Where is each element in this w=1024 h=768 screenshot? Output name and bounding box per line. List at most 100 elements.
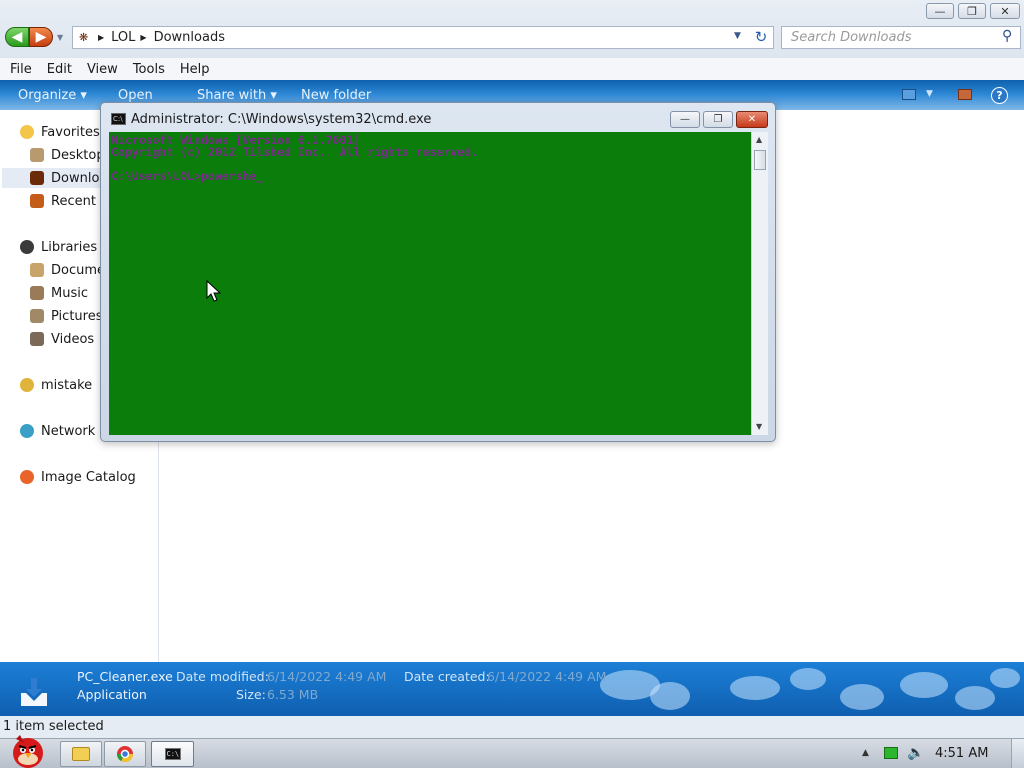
cmd-close-button[interactable]: ✕ <box>736 111 768 128</box>
console-line: Copyright (c) 2012 Tilshed Inc. All righ… <box>111 145 478 159</box>
change-view-icon[interactable] <box>902 89 916 100</box>
pictures-icon <box>30 309 44 323</box>
menu-view[interactable]: View <box>87 62 118 77</box>
forward-button[interactable]: ▶ <box>29 27 53 47</box>
search-input[interactable]: Search Downloads <box>781 26 1021 49</box>
homegroup-icon <box>20 378 34 392</box>
preview-pane-icon[interactable] <box>958 89 972 100</box>
download-file-icon <box>21 678 47 706</box>
share-with-button[interactable]: Share with ▾ <box>197 88 277 103</box>
nav-libraries-label: Libraries <box>41 239 98 255</box>
network-tray-icon[interactable] <box>884 747 898 759</box>
network-icon <box>20 424 34 438</box>
detail-date-modified: 6/14/2022 4:49 AM <box>267 669 387 684</box>
status-bar: 1 item selected <box>0 716 1024 738</box>
star-icon <box>20 125 34 139</box>
nav-favorites[interactable]: Favorites <box>20 122 100 142</box>
cmd-window[interactable]: C:\ Administrator: C:\Windows\system32\c… <box>100 102 776 442</box>
maximize-button[interactable]: ❐ <box>958 3 986 19</box>
recent-pages-dropdown[interactable]: ▼ <box>57 33 63 42</box>
breadcrumb-separator-icon[interactable]: ▶ <box>140 33 146 42</box>
desktop-icon <box>30 148 44 162</box>
cmd-minimize-button[interactable]: — <box>670 111 700 128</box>
details-pane: PC_Cleaner.exe Date modified: 6/14/2022 … <box>0 662 1024 716</box>
menu-file[interactable]: File <box>10 62 32 77</box>
nav-desktop-label: Desktop <box>51 147 105 163</box>
cmd-icon: C:\ <box>164 748 181 760</box>
nav-music-label: Music <box>51 285 88 301</box>
address-bar[interactable]: ❋ ▶ LOL ▶ Downloads <box>72 26 774 49</box>
nav-videos-label: Videos <box>51 331 95 347</box>
nav-videos[interactable]: Videos <box>30 329 94 349</box>
cmd-scrollbar[interactable]: ▲ ▼ <box>751 132 768 435</box>
nav-network-label: Network <box>41 423 96 439</box>
chrome-icon <box>116 746 134 763</box>
open-label: Open <box>118 88 153 103</box>
nav-favorites-label: Favorites <box>41 124 100 140</box>
taskbar-chrome-button[interactable] <box>104 741 146 767</box>
back-arrow-icon: ◀ <box>11 29 23 45</box>
back-button[interactable]: ◀ <box>5 27 29 47</box>
videos-icon <box>30 332 44 346</box>
menu-help[interactable]: Help <box>180 62 210 77</box>
taskbar: C:\ ▲ 🔈 4:51 AM <box>0 735 1024 768</box>
breadcrumb-separator-icon[interactable]: ▶ <box>98 33 104 42</box>
image-catalog-icon <box>20 470 34 484</box>
console-prompt-line: C:\Users\LOL>powershe_ <box>111 169 264 183</box>
organize-button[interactable]: Organize ▾ <box>18 88 87 103</box>
menu-tools[interactable]: Tools <box>133 62 165 77</box>
cmd-icon: C:\ <box>111 113 126 125</box>
libraries-icon <box>20 240 34 254</box>
detail-file-type: Application <box>77 687 147 702</box>
scroll-thumb[interactable] <box>754 150 766 170</box>
detail-size: 6.53 MB <box>267 687 319 702</box>
downloads-folder-icon: ❋ <box>79 31 89 44</box>
documents-icon <box>30 263 44 277</box>
refresh-icon[interactable]: ↻ <box>752 28 770 46</box>
downloads-icon <box>30 171 44 185</box>
explorer-titlebar: — ❐ ✕ ◀ ▶ ▼ ❋ ▶ LOL ▶ Downloads ▼ ↻ Sear… <box>0 0 1024 58</box>
minimize-button[interactable]: — <box>926 3 954 19</box>
nav-homegroup[interactable]: mistake <box>20 375 92 395</box>
nav-pictures-label: Pictures <box>51 308 103 324</box>
clock[interactable]: 4:51 AM <box>935 746 988 761</box>
search-icon[interactable]: ⚲ <box>1002 28 1012 44</box>
help-icon[interactable]: ? <box>991 87 1008 104</box>
detail-date-modified-label: Date modified: <box>176 669 269 684</box>
taskbar-cmd-button[interactable]: C:\ <box>151 741 194 767</box>
organize-label: Organize <box>18 88 77 103</box>
close-button[interactable]: ✕ <box>990 3 1020 19</box>
detail-date-created: 6/14/2022 4:49 AM <box>487 669 607 684</box>
nav-libraries[interactable]: Libraries <box>20 237 97 257</box>
menu-bar: File Edit View Tools Help <box>0 58 1024 80</box>
volume-icon[interactable]: 🔈 <box>907 745 924 761</box>
cmd-window-title: Administrator: C:\Windows\system32\cmd.e… <box>131 112 432 127</box>
show-desktop-button[interactable] <box>1011 739 1024 768</box>
nav-image-catalog-label: Image Catalog <box>41 469 136 485</box>
taskbar-explorer-button[interactable] <box>60 741 102 767</box>
view-options-dropdown-icon[interactable]: ▼ <box>926 89 933 99</box>
nav-pictures[interactable]: Pictures <box>30 306 102 326</box>
breadcrumb-lol[interactable]: LOL <box>111 30 135 45</box>
mouse-cursor-icon <box>206 280 222 302</box>
nav-network[interactable]: Network <box>20 421 95 441</box>
music-icon <box>30 286 44 300</box>
angry-bird-start-icon <box>13 735 43 768</box>
menu-edit[interactable]: Edit <box>47 62 72 77</box>
start-button[interactable] <box>2 731 50 768</box>
nav-homegroup-label: mistake <box>41 377 93 393</box>
breadcrumb-downloads[interactable]: Downloads <box>154 30 225 45</box>
forward-arrow-icon: ▶ <box>35 29 47 45</box>
folder-icon <box>72 747 90 761</box>
nav-music[interactable]: Music <box>30 283 88 303</box>
scroll-down-icon[interactable]: ▼ <box>756 422 762 431</box>
address-dropdown-icon[interactable]: ▼ <box>734 31 741 41</box>
scroll-up-icon[interactable]: ▲ <box>756 135 762 144</box>
show-hidden-icons-icon[interactable]: ▲ <box>862 748 869 758</box>
detail-date-created-label: Date created: <box>404 669 490 684</box>
new-folder-button[interactable]: New folder <box>301 88 371 103</box>
open-button[interactable]: Open <box>118 88 153 103</box>
detail-size-label: Size: <box>236 687 266 702</box>
nav-image-catalog[interactable]: Image Catalog <box>20 467 136 487</box>
cmd-maximize-button[interactable]: ❐ <box>703 111 733 128</box>
